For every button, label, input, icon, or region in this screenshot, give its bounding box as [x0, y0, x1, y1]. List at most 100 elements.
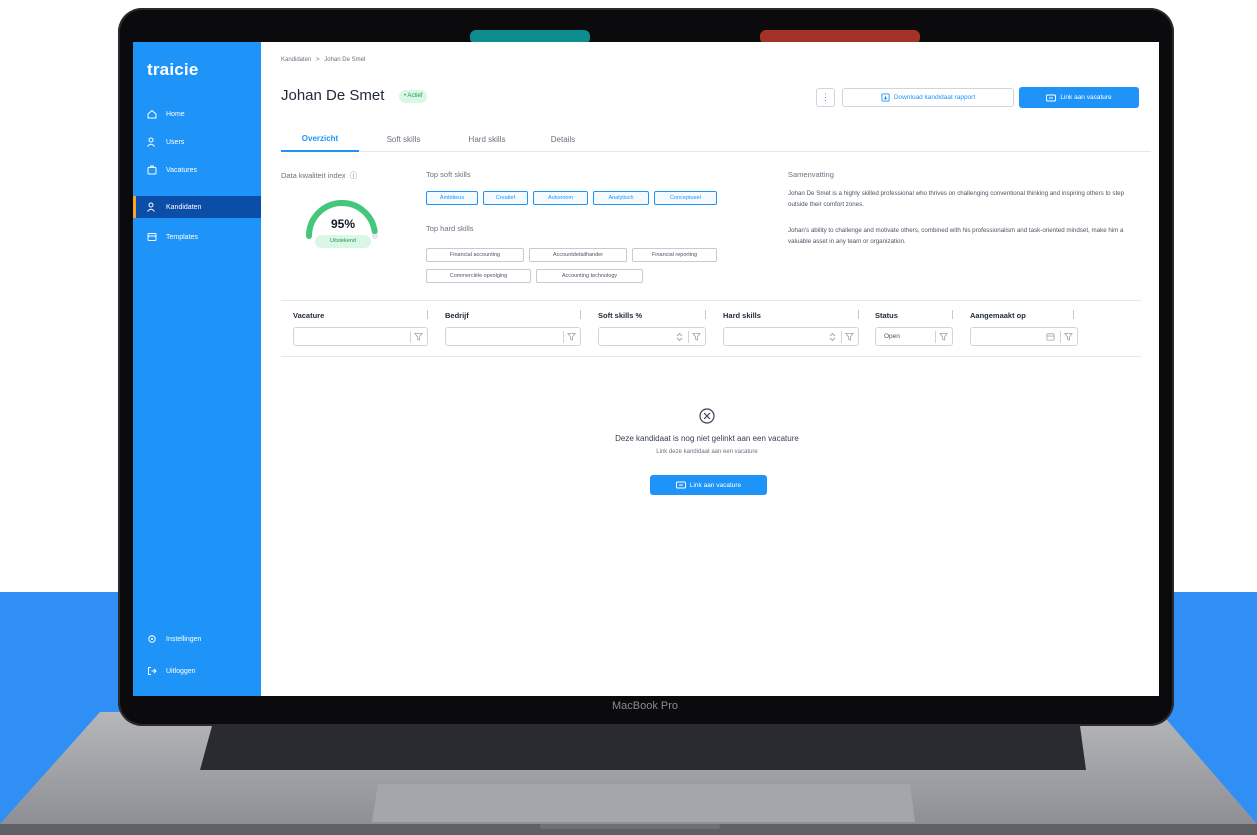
column-header-status[interactable]: Status: [875, 311, 898, 320]
tab-details[interactable]: Details: [533, 127, 593, 152]
sidebar-item-templates[interactable]: Templates: [133, 226, 261, 248]
app-screen: traicie Home Users Vacatures Kandidaten …: [133, 42, 1159, 696]
breadcrumb-parent[interactable]: Kandidaten: [281, 57, 311, 63]
status-filter-value: Open: [884, 333, 900, 340]
stage: MacBook Pro traicie Home Users Vacatures…: [0, 0, 1257, 835]
table-divider: [281, 300, 1141, 301]
column-resize-handle[interactable]: [858, 310, 859, 319]
link-vacancy-button[interactable]: Link aan vacature: [1019, 87, 1139, 108]
soft-skills-filter-input[interactable]: [598, 327, 706, 346]
link-vacancy-label: Link aan vacature: [1060, 94, 1112, 101]
empty-link-vacancy-button[interactable]: Link aan vacature: [650, 475, 767, 495]
column-resize-handle[interactable]: [952, 310, 953, 319]
column-header-bedrijf[interactable]: Bedrijf: [445, 311, 469, 320]
soft-skill-chip: Analytisch: [593, 191, 649, 205]
hard-skills-filter-input[interactable]: [723, 327, 859, 346]
stepper-icon[interactable]: [676, 332, 683, 342]
gear-icon: [148, 635, 156, 643]
sidebar: traicie Home Users Vacatures Kandidaten …: [133, 42, 261, 696]
column-header-soft-skills[interactable]: Soft skills %: [598, 311, 642, 320]
hard-skill-chip: Accountdetailhander: [529, 248, 627, 262]
templates-icon: [147, 233, 157, 241]
empty-link-vacancy-label: Link aan vacature: [689, 481, 742, 489]
sidebar-item-label: Users: [166, 138, 185, 146]
filter-icon[interactable]: [845, 332, 854, 341]
tab-soft-skills[interactable]: Soft skills: [366, 127, 441, 152]
tab-overzicht[interactable]: Overzicht: [281, 127, 359, 152]
logout-icon: [148, 667, 157, 675]
quality-gauge: [306, 200, 378, 239]
stepper-icon[interactable]: [829, 332, 836, 342]
brand-logo: traicie: [147, 60, 199, 79]
empty-state-title: Deze kandidaat is nog niet gelinkt aan e…: [615, 434, 799, 443]
sidebar-item-instellingen[interactable]: Instellingen: [133, 628, 261, 650]
column-header-hard-skills[interactable]: Hard skills: [723, 311, 761, 320]
status-filter-select[interactable]: Open: [875, 327, 953, 346]
device-label: MacBook Pro: [611, 700, 679, 712]
tab-hard-skills[interactable]: Hard skills: [446, 127, 528, 152]
tab-bar: Overzicht Soft skills Hard skills Detail…: [281, 127, 1151, 152]
column-resize-handle[interactable]: [580, 310, 581, 319]
download-report-button[interactable]: Download kandidaat rapport: [842, 88, 1014, 107]
column-resize-handle[interactable]: [427, 310, 428, 319]
sidebar-item-vacatures[interactable]: Vacatures: [133, 159, 261, 181]
hard-skill-chip: Commerciële opvolging: [426, 269, 531, 283]
sidebar-item-label: Vacatures: [166, 166, 197, 174]
column-resize-handle[interactable]: [705, 310, 706, 319]
soft-skill-chip: Ambitieus: [426, 191, 478, 205]
page-title: Johan De Smet: [281, 87, 385, 104]
download-report-label: Download kandidaat rapport: [893, 94, 976, 101]
quality-index-title: Data kwaliteit index: [281, 171, 346, 180]
empty-state-subtitle: Link deze kandidaat aan een vacature: [656, 449, 758, 455]
quality-score: 95%: [330, 217, 356, 231]
soft-skill-chip: Conceptueel: [654, 191, 717, 205]
status-badge: • Actief: [399, 90, 428, 103]
quality-badge: Uitstekend: [315, 235, 371, 248]
sidebar-item-kandidaten[interactable]: Kandidaten: [133, 196, 261, 218]
calendar-icon[interactable]: [1046, 332, 1055, 341]
laptop-base: [0, 712, 1257, 835]
column-header-aangemaakt-op[interactable]: Aangemaakt op: [970, 311, 1026, 320]
breadcrumb: Kandidaten > Johan De Smet: [281, 57, 366, 63]
kandidaten-icon: [147, 202, 155, 212]
soft-skill-chip: Creatief: [483, 191, 528, 205]
filter-icon[interactable]: [692, 332, 701, 341]
filter-divider: [688, 331, 689, 343]
info-icon[interactable]: ⓘ: [350, 171, 358, 180]
column-resize-handle[interactable]: [1073, 310, 1074, 319]
summary-paragraph: Johan De Smet is a highly skilled profes…: [788, 190, 1125, 208]
sidebar-item-uitloggen[interactable]: Uitloggen: [133, 660, 261, 682]
aangemaakt-op-filter-input[interactable]: [970, 327, 1078, 346]
sidebar-item-label: Instellingen: [166, 635, 202, 643]
users-icon: [147, 137, 155, 147]
sidebar-item-label: Home: [166, 110, 185, 118]
filter-icon[interactable]: [414, 332, 423, 341]
sidebar-item-home[interactable]: Home: [133, 103, 261, 125]
top-hard-skills-title: Top hard skills: [426, 224, 474, 233]
vacature-filter-input[interactable]: [293, 327, 428, 346]
bedrijf-filter-input[interactable]: [445, 327, 581, 346]
home-icon: [147, 109, 157, 119]
filter-divider: [841, 331, 842, 343]
filter-divider: [563, 331, 564, 343]
sidebar-item-users[interactable]: Users: [133, 131, 261, 153]
hard-skill-chip: Financial accounting: [426, 248, 524, 262]
more-options-button[interactable]: ⋮: [816, 88, 835, 107]
summary-paragraph: Johan's ability to challenge and motivat…: [788, 227, 1124, 245]
filter-icon[interactable]: [1064, 332, 1073, 341]
download-icon: [881, 93, 890, 102]
filter-icon[interactable]: [567, 332, 576, 341]
soft-skill-chip: Autonoom: [533, 191, 588, 205]
hard-skill-chip: Financial reporting: [632, 248, 717, 262]
link-icon: [1046, 94, 1057, 101]
link-icon: [675, 481, 686, 489]
filter-divider: [935, 331, 936, 343]
breadcrumb-current: Johan De Smet: [324, 57, 366, 63]
summary-title: Samenvatting: [788, 170, 834, 179]
column-header-vacature[interactable]: Vacature: [293, 311, 324, 320]
filter-divider: [410, 331, 411, 343]
top-soft-skills-title: Top soft skills: [426, 170, 471, 179]
close-circle-icon: [699, 408, 715, 424]
main-content: Kandidaten > Johan De Smet Johan De Smet…: [261, 42, 1159, 696]
filter-icon[interactable]: [939, 332, 948, 341]
